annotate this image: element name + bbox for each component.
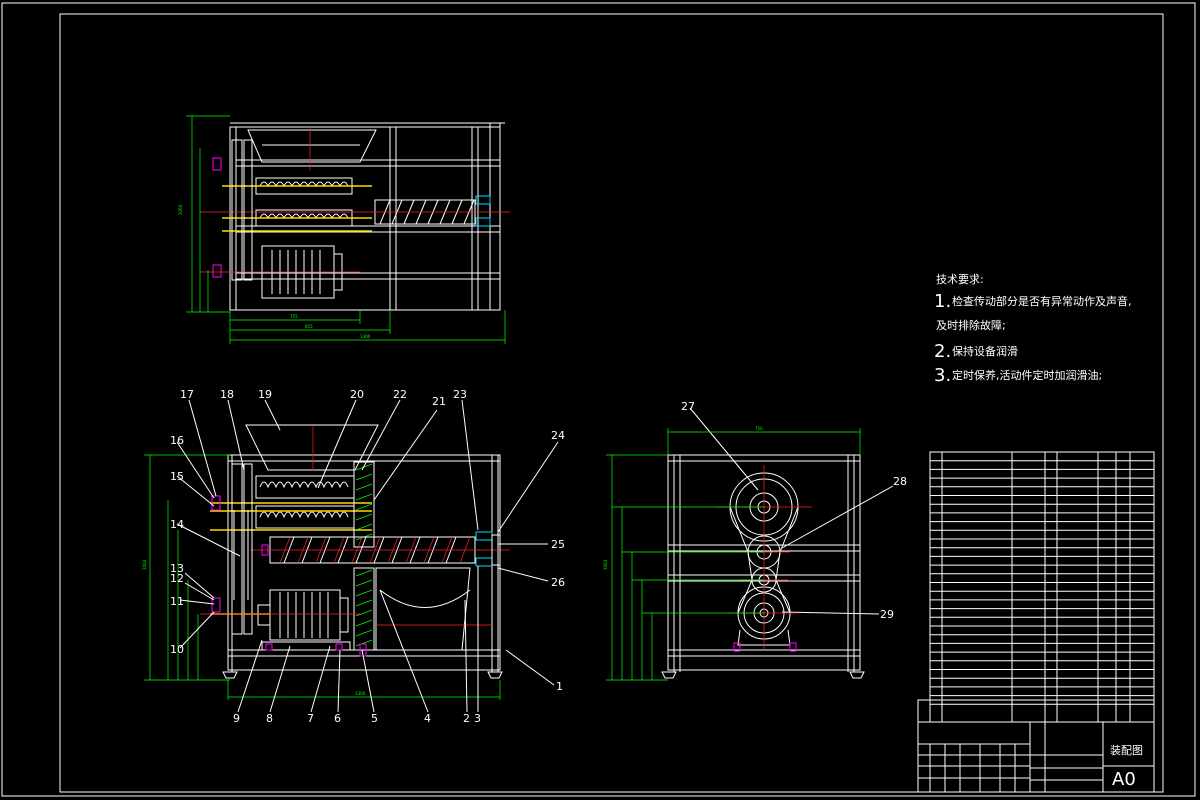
tech-req-1-number: 1. <box>934 291 951 312</box>
callout-27: 27 <box>681 400 695 413</box>
tech-req-1-continued: 及时排除故障; <box>936 318 1006 332</box>
svg-text:1064: 1064 <box>142 559 147 570</box>
sheet-size: A0 <box>1112 769 1136 790</box>
svg-text:1300: 1300 <box>360 334 371 339</box>
callout-leaders <box>176 399 894 713</box>
tech-req-2-text: 保持设备润滑 <box>952 344 1018 358</box>
svg-text:1064: 1064 <box>178 204 183 215</box>
callout-1: 1 <box>556 680 563 693</box>
callout-20: 20 <box>350 388 364 401</box>
svg-text:1300: 1300 <box>355 691 366 696</box>
svg-text:755: 755 <box>290 314 298 319</box>
tech-req-3-number: 3. <box>934 365 951 386</box>
drawing-name: 装配图 <box>1110 744 1143 757</box>
assembly-drawing: 1064 755 855 1300 1064 1300 1064 750 1 2… <box>1 2 1196 797</box>
callout-14: 14 <box>170 518 184 531</box>
technical-requirements: 技术要求: 1. 检查传动部分是否有异常动作及声音, 及时排除故障; 2. 保持… <box>934 273 1132 386</box>
callout-23: 23 <box>453 388 467 401</box>
callout-29: 29 <box>880 608 894 621</box>
callout-28: 28 <box>893 475 907 488</box>
callout-26: 26 <box>551 576 565 589</box>
top-view: 1064 755 855 1300 <box>178 115 510 344</box>
callout-5: 5 <box>371 712 378 725</box>
callout-8: 8 <box>266 712 273 725</box>
callout-9: 9 <box>233 712 240 725</box>
callout-10: 10 <box>170 643 184 656</box>
callout-25: 25 <box>551 538 565 551</box>
callout-22: 22 <box>393 388 407 401</box>
tech-req-3-text: 定时保养,活动件定时加润滑油; <box>952 368 1102 382</box>
callout-19: 19 <box>258 388 272 401</box>
callout-17: 17 <box>180 388 194 401</box>
callout-3: 3 <box>474 712 481 725</box>
svg-text:855: 855 <box>305 324 313 329</box>
callout-11: 11 <box>170 595 184 608</box>
callout-4: 4 <box>424 712 431 725</box>
tech-req-1-text: 检查传动部分是否有异常动作及声音, <box>952 294 1132 308</box>
parts-list-table <box>929 451 1155 723</box>
callout-15: 15 <box>170 470 184 483</box>
callout-24: 24 <box>551 429 565 442</box>
inner-border <box>59 13 1164 793</box>
part-callouts: 1 2 3 4 5 6 7 8 9 10 11 12 13 14 15 16 1… <box>170 388 907 725</box>
title-block: 装配图 A0 <box>917 699 1155 793</box>
callout-21: 21 <box>432 395 446 408</box>
callout-7: 7 <box>307 712 314 725</box>
callout-6: 6 <box>334 712 341 725</box>
callout-18: 18 <box>220 388 234 401</box>
callout-13: 13 <box>170 562 184 575</box>
tech-req-2-number: 2. <box>934 341 951 362</box>
svg-text:750: 750 <box>755 426 763 431</box>
svg-text:1064: 1064 <box>603 559 608 570</box>
callout-2: 2 <box>463 712 470 725</box>
side-view: 1064 750 <box>603 426 865 681</box>
callout-16: 16 <box>170 434 184 447</box>
tech-req-heading: 技术要求: <box>936 273 984 286</box>
